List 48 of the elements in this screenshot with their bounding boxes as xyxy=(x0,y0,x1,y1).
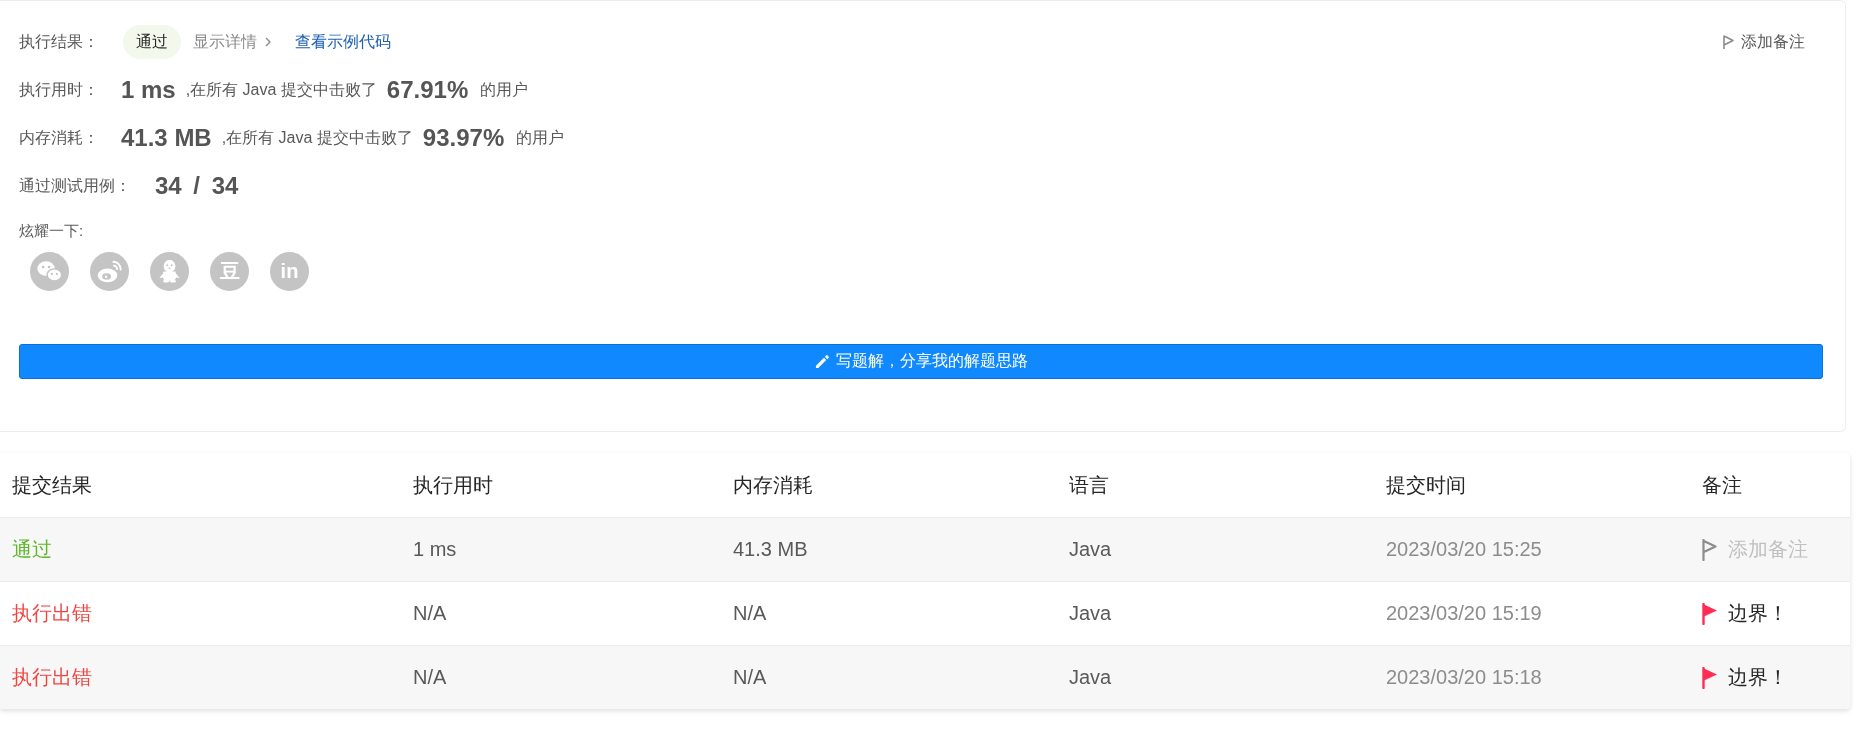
memory-text: N/A xyxy=(733,602,767,625)
memory-text: N/A xyxy=(733,666,767,689)
field-label: 通过测试用例： xyxy=(19,175,131,196)
runtime-text: N/A xyxy=(413,666,447,689)
suffix-text: 的用户 xyxy=(516,127,565,148)
submitted-time: 2023/03/20 15:25 xyxy=(1386,538,1542,561)
language-text: Java xyxy=(1069,666,1112,689)
share-label: 炫耀一下: xyxy=(19,221,84,241)
chevron-right-icon xyxy=(265,37,271,47)
add-note-button[interactable]: 添加备注 xyxy=(1723,31,1805,53)
example-code-link[interactable]: 查看示例代码 xyxy=(295,31,391,53)
stat-value: 1 ms xyxy=(121,76,176,104)
column-header: 语言 xyxy=(1069,472,1109,498)
field-label: 内存消耗： xyxy=(19,127,99,148)
memory-text: 41.3 MB xyxy=(733,538,808,561)
status-link[interactable]: 通过 xyxy=(12,536,52,563)
test-case-count: 34 / 34 xyxy=(155,172,239,200)
comparison-text: ,在所有 Java 提交中击败了 xyxy=(221,127,413,148)
note-button[interactable]: 边界！ xyxy=(1702,664,1788,691)
flag-icon xyxy=(1723,35,1734,49)
write-solution-button[interactable]: 写题解，分享我的解题思路 xyxy=(19,344,1823,379)
result-status: 通过 xyxy=(123,25,181,59)
submitted-time: 2023/03/20 15:18 xyxy=(1386,666,1542,689)
percent-value: 93.97% xyxy=(422,124,505,152)
submitted-time: 2023/03/20 15:19 xyxy=(1386,602,1542,625)
runtime-text: N/A xyxy=(413,602,447,625)
stat-value: 41.3 MB xyxy=(121,124,212,152)
field-label: 执行用时： xyxy=(19,79,99,100)
column-header: 执行用时 xyxy=(413,472,493,498)
column-header: 备注 xyxy=(1702,472,1742,498)
chat-bubbles-icon[interactable] xyxy=(30,252,69,291)
status-link[interactable]: 执行出错 xyxy=(12,664,92,691)
penguin-icon[interactable] xyxy=(150,252,189,291)
percent-value: 67.91% xyxy=(386,76,469,104)
column-header: 提交结果 xyxy=(12,472,92,498)
show-details-link[interactable]: 显示详情 xyxy=(193,31,271,53)
comparison-text: ,在所有 Java 提交中击败了 xyxy=(185,79,377,100)
note-button[interactable]: 边界！ xyxy=(1702,600,1788,627)
pencil-icon xyxy=(814,354,830,369)
suffix-text: 的用户 xyxy=(480,79,529,100)
language-text: Java xyxy=(1069,602,1112,625)
language-text: Java xyxy=(1069,538,1112,561)
swirl-icon[interactable] xyxy=(90,252,129,291)
status-link[interactable]: 执行出错 xyxy=(12,600,92,627)
field-label: 执行结果： xyxy=(19,31,99,52)
column-header: 内存消耗 xyxy=(733,472,813,498)
runtime-text: 1 ms xyxy=(413,538,457,561)
column-header: 提交时间 xyxy=(1386,472,1466,498)
